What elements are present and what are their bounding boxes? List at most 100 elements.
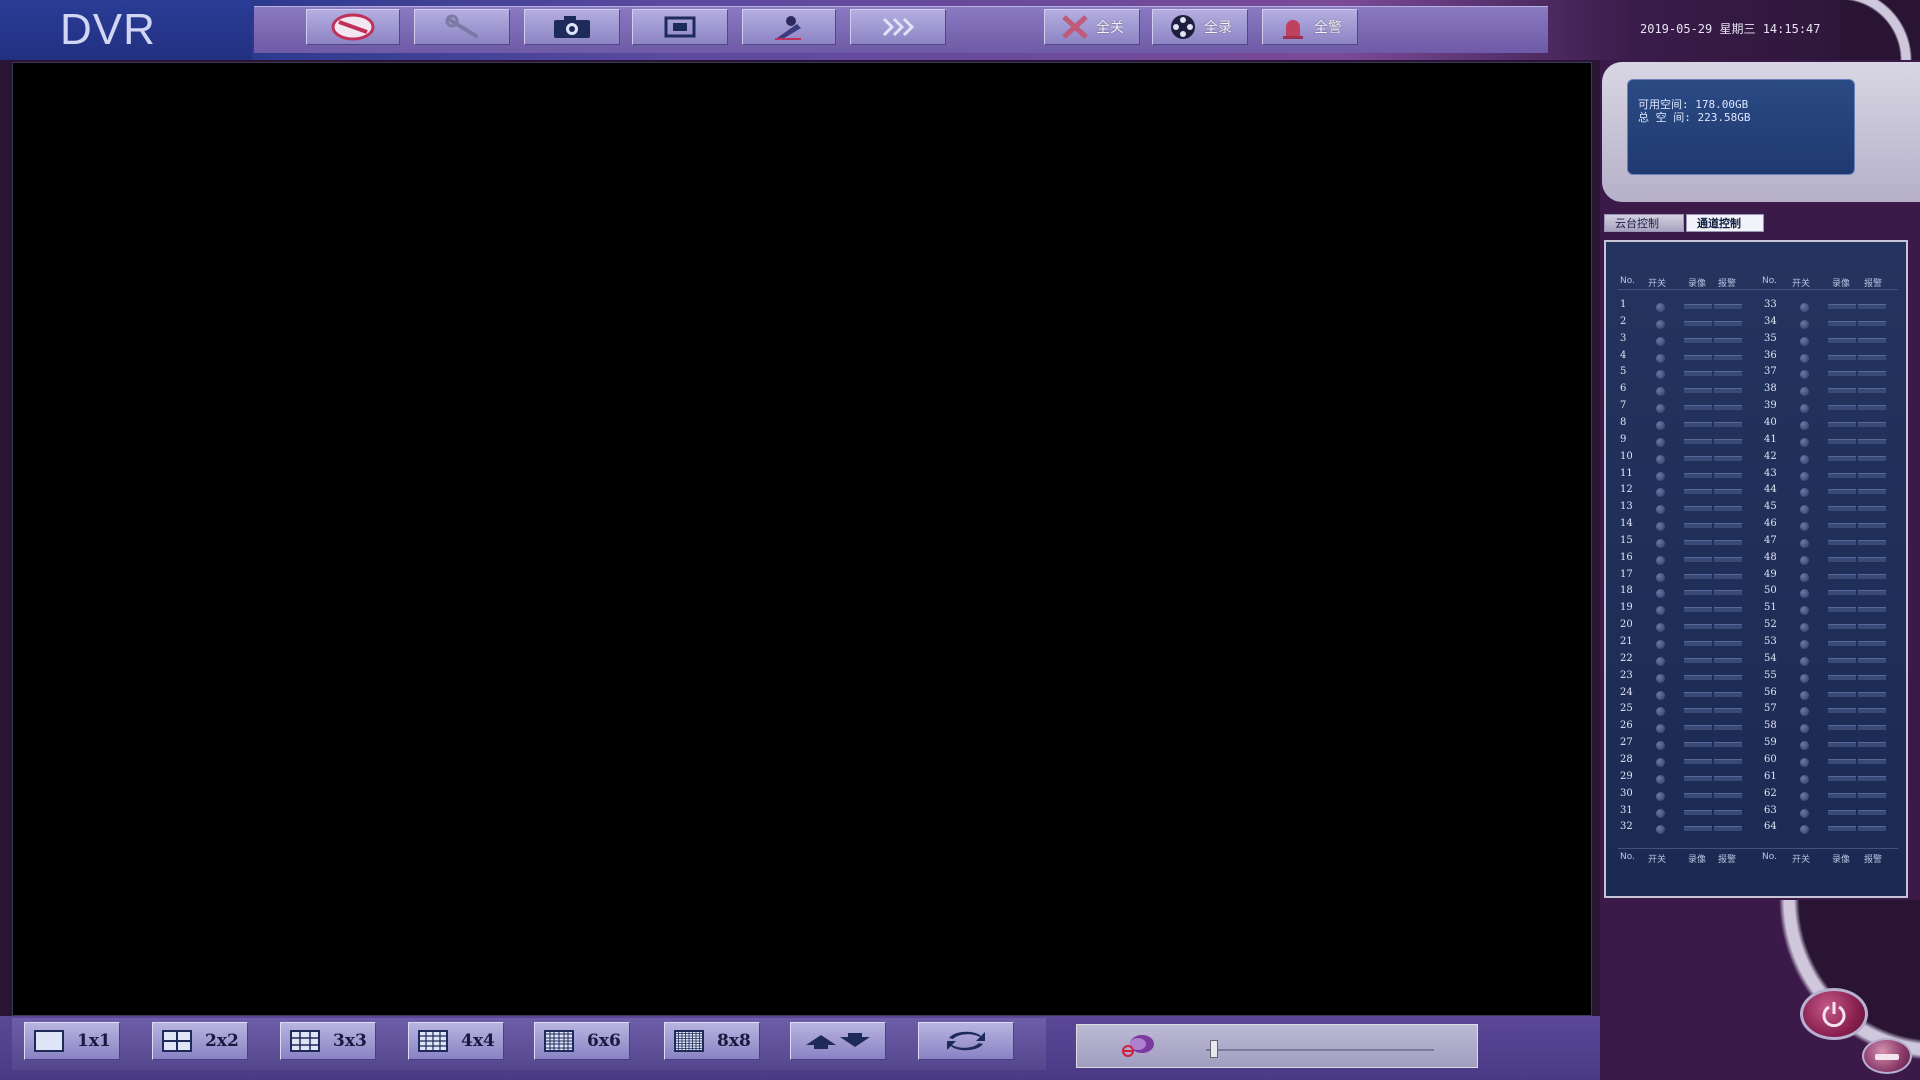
channel-switch[interactable] — [1800, 505, 1809, 515]
channel-record-indicator[interactable] — [1684, 590, 1712, 596]
channel-switch[interactable] — [1656, 336, 1665, 346]
channel-alarm-indicator[interactable] — [1714, 826, 1742, 832]
channel-record-indicator[interactable] — [1828, 337, 1856, 343]
channel-alarm-indicator[interactable] — [1714, 523, 1742, 529]
layout-2x2-button[interactable]: 2x2 — [152, 1022, 248, 1060]
channel-switch[interactable] — [1800, 808, 1809, 818]
channel-switch[interactable] — [1800, 319, 1809, 329]
channel-record-indicator[interactable] — [1684, 556, 1712, 562]
layout-1x1-button[interactable]: 1x1 — [24, 1022, 120, 1060]
layout-3x3-button[interactable]: 3x3 — [280, 1022, 376, 1060]
channel-record-indicator[interactable] — [1684, 573, 1712, 579]
channel-record-indicator[interactable] — [1828, 624, 1856, 630]
volume-slider-track[interactable] — [1206, 1049, 1434, 1051]
channel-switch[interactable] — [1656, 741, 1665, 751]
channel-switch[interactable] — [1656, 404, 1665, 414]
channel-record-indicator[interactable] — [1684, 708, 1712, 714]
channel-switch[interactable] — [1656, 303, 1665, 312]
channel-alarm-indicator[interactable] — [1858, 405, 1886, 411]
channel-switch[interactable] — [1800, 690, 1809, 700]
channel-record-indicator[interactable] — [1684, 691, 1712, 697]
channel-record-indicator[interactable] — [1684, 657, 1712, 663]
channel-switch[interactable] — [1800, 303, 1809, 312]
channel-record-indicator[interactable] — [1828, 590, 1856, 596]
channel-switch[interactable] — [1656, 505, 1665, 515]
channel-alarm-indicator[interactable] — [1714, 472, 1742, 478]
channel-alarm-indicator[interactable] — [1714, 354, 1742, 360]
layout-8x8-button[interactable]: 8x8 — [664, 1022, 760, 1060]
channel-record-indicator[interactable] — [1828, 539, 1856, 545]
channel-alarm-indicator[interactable] — [1714, 388, 1742, 394]
channel-alarm-indicator[interactable] — [1858, 455, 1886, 461]
channel-record-indicator[interactable] — [1828, 573, 1856, 579]
channel-switch[interactable] — [1800, 471, 1809, 481]
channel-switch[interactable] — [1656, 572, 1665, 582]
channel-switch[interactable] — [1800, 437, 1809, 447]
channel-record-indicator[interactable] — [1684, 438, 1712, 444]
channel-record-indicator[interactable] — [1828, 758, 1856, 764]
channel-switch[interactable] — [1800, 572, 1809, 582]
channel-switch[interactable] — [1800, 623, 1809, 633]
channel-record-indicator[interactable] — [1684, 354, 1712, 360]
channel-alarm-indicator[interactable] — [1714, 624, 1742, 630]
channel-record-indicator[interactable] — [1828, 556, 1856, 562]
channel-switch[interactable] — [1656, 690, 1665, 700]
channel-alarm-indicator[interactable] — [1714, 725, 1742, 731]
channel-alarm-indicator[interactable] — [1714, 758, 1742, 764]
channel-switch[interactable] — [1656, 808, 1665, 818]
channel-record-indicator[interactable] — [1684, 455, 1712, 461]
channel-alarm-indicator[interactable] — [1858, 573, 1886, 579]
channel-record-indicator[interactable] — [1684, 320, 1712, 326]
channel-alarm-indicator[interactable] — [1714, 573, 1742, 579]
channel-alarm-indicator[interactable] — [1714, 556, 1742, 562]
channel-switch[interactable] — [1656, 454, 1665, 464]
channel-switch[interactable] — [1800, 741, 1809, 751]
channel-alarm-indicator[interactable] — [1714, 590, 1742, 596]
channel-record-indicator[interactable] — [1828, 607, 1856, 613]
channel-record-indicator[interactable] — [1828, 725, 1856, 731]
channel-alarm-indicator[interactable] — [1714, 691, 1742, 697]
channel-switch[interactable] — [1800, 370, 1809, 380]
power-button[interactable] — [1800, 988, 1868, 1040]
channel-alarm-indicator[interactable] — [1714, 657, 1742, 663]
channel-switch[interactable] — [1656, 673, 1665, 683]
channel-switch[interactable] — [1800, 791, 1809, 801]
channel-switch[interactable] — [1656, 538, 1665, 548]
channel-switch[interactable] — [1800, 606, 1809, 616]
channel-switch[interactable] — [1800, 454, 1809, 464]
channel-alarm-indicator[interactable] — [1858, 624, 1886, 630]
channel-switch[interactable] — [1656, 387, 1665, 397]
video-display-area[interactable] — [12, 62, 1592, 1016]
channel-alarm-indicator[interactable] — [1714, 539, 1742, 545]
channel-alarm-indicator[interactable] — [1858, 354, 1886, 360]
channel-record-indicator[interactable] — [1828, 691, 1856, 697]
channel-alarm-indicator[interactable] — [1858, 708, 1886, 714]
channel-switch[interactable] — [1656, 589, 1665, 599]
cycle-button[interactable] — [918, 1022, 1014, 1060]
channel-switch[interactable] — [1800, 555, 1809, 565]
channel-switch[interactable] — [1800, 404, 1809, 414]
channel-switch[interactable] — [1800, 757, 1809, 767]
channel-switch[interactable] — [1656, 640, 1665, 649]
channel-record-indicator[interactable] — [1828, 354, 1856, 360]
playback-button[interactable] — [632, 9, 728, 45]
channel-alarm-indicator[interactable] — [1858, 539, 1886, 545]
channel-alarm-indicator[interactable] — [1714, 489, 1742, 495]
channel-alarm-indicator[interactable] — [1714, 455, 1742, 461]
channel-switch[interactable] — [1800, 589, 1809, 599]
channel-record-indicator[interactable] — [1684, 792, 1712, 798]
stop-button[interactable] — [306, 9, 400, 45]
channel-record-indicator[interactable] — [1828, 775, 1856, 781]
channel-alarm-indicator[interactable] — [1714, 775, 1742, 781]
channel-switch[interactable] — [1656, 757, 1665, 767]
channel-switch[interactable] — [1656, 825, 1665, 835]
channel-record-indicator[interactable] — [1828, 455, 1856, 461]
tab-ptz-control[interactable]: 云台控制 — [1604, 214, 1684, 232]
channel-record-indicator[interactable] — [1684, 421, 1712, 427]
alarm-all-button[interactable]: 全警 — [1262, 9, 1358, 45]
channel-record-indicator[interactable] — [1684, 405, 1712, 411]
channel-record-indicator[interactable] — [1684, 826, 1712, 832]
channel-record-indicator[interactable] — [1828, 674, 1856, 680]
channel-alarm-indicator[interactable] — [1858, 506, 1886, 512]
channel-record-indicator[interactable] — [1828, 304, 1856, 309]
